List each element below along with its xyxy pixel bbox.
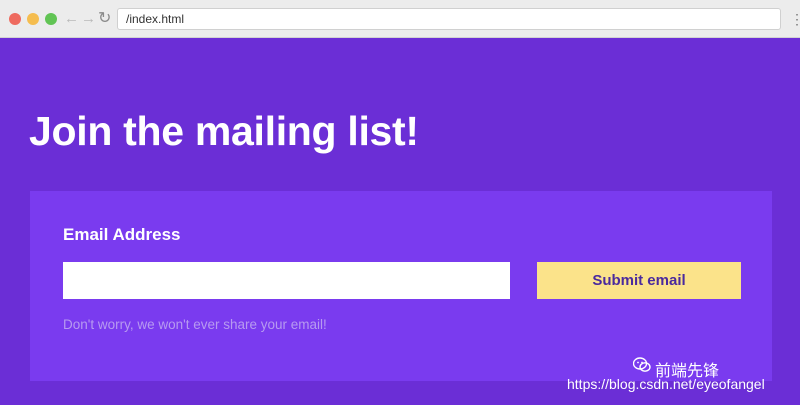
- page-title: Join the mailing list!: [29, 108, 419, 154]
- wechat-icon: [633, 357, 651, 372]
- forward-arrow-icon[interactable]: →: [81, 9, 96, 29]
- browser-toolbar: ← → ↻ /index.html ⋮: [0, 0, 800, 38]
- menu-kebab-icon[interactable]: ⋮: [790, 10, 800, 28]
- submit-email-button[interactable]: Submit email: [537, 262, 741, 299]
- email-label: Email Address: [63, 225, 181, 244]
- signup-form-card: Email Address Submit email Don't worry, …: [30, 191, 772, 381]
- privacy-hint: Don't worry, we won't ever share your em…: [63, 317, 327, 332]
- page-content: Join the mailing list! Email Address Sub…: [0, 38, 800, 405]
- reload-icon[interactable]: ↻: [98, 9, 111, 29]
- address-bar[interactable]: /index.html: [117, 8, 781, 30]
- watermark-url: https://blog.csdn.net/eyeofangel: [567, 376, 765, 392]
- minimize-window-button[interactable]: [27, 13, 39, 25]
- close-window-button[interactable]: [9, 13, 21, 25]
- back-arrow-icon[interactable]: ←: [64, 9, 79, 29]
- email-input[interactable]: [63, 262, 510, 299]
- maximize-window-button[interactable]: [45, 13, 57, 25]
